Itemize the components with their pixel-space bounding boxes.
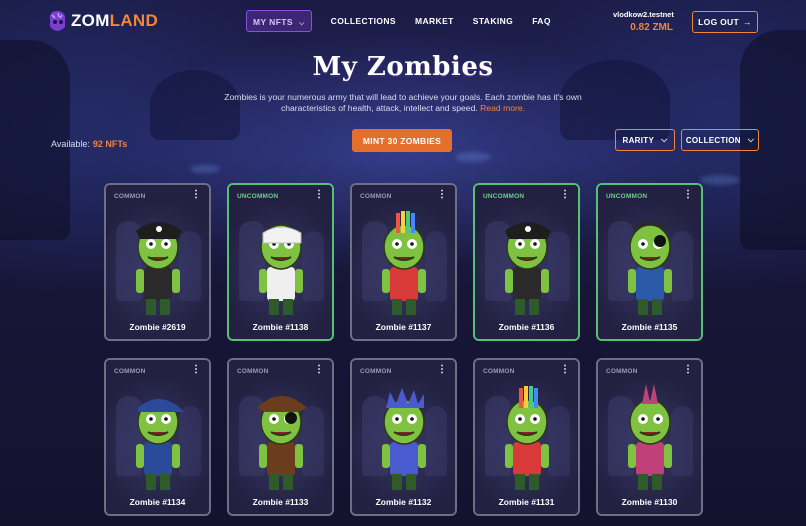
- zombie-card[interactable]: COMMON ⋮ Zombie #1137: [350, 183, 457, 341]
- rarity-label: COMMON: [483, 368, 515, 375]
- nav-my-nfts[interactable]: MY NFTS ⌵: [246, 10, 312, 32]
- page-description: Zombies is your numerous army that will …: [220, 92, 586, 114]
- zombie-card[interactable]: COMMON ⋮ Zombie #1131: [473, 358, 580, 516]
- more-options-icon[interactable]: ⋮: [191, 190, 201, 200]
- logo[interactable]: ZOMLAND: [46, 9, 158, 33]
- nav-faq[interactable]: FAQ: [532, 10, 551, 32]
- rarity-label: UNCOMMON: [606, 193, 648, 200]
- chevron-down-icon: ⌵: [298, 20, 305, 27]
- zombie-avatar-icon: [136, 222, 182, 315]
- more-options-icon[interactable]: ⋮: [683, 190, 693, 200]
- zombie-avatar-icon: [505, 386, 549, 490]
- zombie-card[interactable]: COMMON ⋮ Zombie #1132: [350, 358, 457, 516]
- zombie-avatar-icon: [628, 221, 672, 315]
- more-options-icon[interactable]: ⋮: [560, 365, 570, 375]
- zombie-card[interactable]: COMMON ⋮ Zombie #1133: [227, 358, 334, 516]
- rarity-label: COMMON: [360, 193, 392, 200]
- zombie-name: Zombie #1135: [621, 322, 678, 332]
- rarity-label: COMMON: [360, 368, 392, 375]
- zombie-name: Zombie #1137: [375, 322, 432, 332]
- zombie-name: Zombie #1136: [498, 322, 555, 332]
- zombie-card[interactable]: UNCOMMON ⋮ Zombie #1138: [227, 183, 334, 341]
- read-more-link[interactable]: Read more.: [480, 103, 525, 113]
- glow-decoration: [455, 152, 491, 162]
- more-options-icon[interactable]: ⋮: [314, 365, 324, 375]
- zombie-avatar-icon: [628, 384, 672, 490]
- zombie-head-logo-icon: [46, 9, 68, 33]
- rarity-filter-dropdown[interactable]: RARITY ⌵: [615, 129, 675, 151]
- more-options-icon[interactable]: ⋮: [437, 365, 447, 375]
- available-label: Available:: [51, 139, 90, 149]
- more-options-icon[interactable]: ⋮: [560, 190, 570, 200]
- zombie-name: Zombie #1132: [375, 497, 432, 507]
- logo-text: ZOMLAND: [71, 11, 159, 30]
- account-info: vlodkow2.testnet 0.82 ZML: [613, 10, 674, 33]
- description-text: Zombies is your numerous army that will …: [224, 92, 582, 113]
- zombie-avatar-icon: [259, 224, 303, 315]
- collection-filter-label: COLLECTION: [685, 135, 741, 145]
- zombie-card[interactable]: COMMON ⋮ Zombie #2619: [104, 183, 211, 341]
- account-name: vlodkow2.testnet: [613, 10, 674, 19]
- zombie-name: Zombie #1130: [621, 497, 678, 507]
- zombie-avatar-icon: [505, 222, 551, 315]
- zombie-card[interactable]: COMMON ⋮ Zombie #1134: [104, 358, 211, 516]
- zombie-name: Zombie #2619: [129, 322, 186, 332]
- page-title: My Zombies: [312, 52, 494, 82]
- rarity-label: COMMON: [114, 193, 146, 200]
- glow-decoration: [190, 165, 220, 173]
- mint-button[interactable]: MINT 30 ZOMBIES: [352, 129, 452, 152]
- rarity-filter-label: RARITY: [622, 135, 655, 145]
- nav-market[interactable]: MARKET: [415, 10, 454, 32]
- zombie-avatar-icon: [382, 388, 426, 490]
- rarity-label: UNCOMMON: [237, 193, 279, 200]
- chevron-down-icon: ⌵: [747, 135, 755, 144]
- available-value: 92 NFTs: [92, 139, 128, 149]
- more-options-icon[interactable]: ⋮: [683, 365, 693, 375]
- logout-label: LOG OUT: [698, 17, 739, 27]
- zombie-avatar-icon: [136, 399, 184, 490]
- zombie-card[interactable]: COMMON ⋮ Zombie #1130: [596, 358, 703, 516]
- collection-filter-dropdown[interactable]: COLLECTION ⌵: [681, 129, 759, 151]
- account-balance: 0.82 ZML: [630, 22, 673, 33]
- zombie-avatar-icon: [382, 211, 426, 315]
- nav-staking[interactable]: STAKING: [473, 10, 513, 32]
- more-options-icon[interactable]: ⋮: [437, 190, 447, 200]
- rarity-label: COMMON: [114, 368, 146, 375]
- zombie-name: Zombie #1131: [498, 497, 555, 507]
- main-nav: MY NFTS ⌵ COLLECTIONS MARKET STAKING FAQ: [246, 10, 570, 32]
- nav-collections[interactable]: COLLECTIONS: [331, 10, 396, 32]
- zombie-name: Zombie #1138: [252, 322, 309, 332]
- arrow-right-icon: →: [743, 17, 752, 27]
- rarity-label: COMMON: [237, 368, 269, 375]
- rarity-label: UNCOMMON: [483, 193, 525, 200]
- more-options-icon[interactable]: ⋮: [191, 365, 201, 375]
- rarity-label: COMMON: [606, 368, 638, 375]
- zombie-card[interactable]: UNCOMMON ⋮ Zombie #1135: [596, 183, 703, 341]
- more-options-icon[interactable]: ⋮: [314, 190, 324, 200]
- zombie-card[interactable]: UNCOMMON ⋮ Zombie #1136: [473, 183, 580, 341]
- logout-button[interactable]: LOG OUT →: [692, 11, 758, 33]
- zombie-name: Zombie #1134: [129, 497, 186, 507]
- header: ZOMLAND MY NFTS ⌵ COLLECTIONS MARKET STAK…: [0, 0, 806, 44]
- chevron-down-icon: ⌵: [661, 135, 668, 144]
- glow-decoration: [700, 175, 740, 185]
- zombie-name: Zombie #1133: [252, 497, 309, 507]
- zombie-avatar-icon: [257, 396, 307, 490]
- available-count: Available: 92 NFTs: [51, 139, 127, 149]
